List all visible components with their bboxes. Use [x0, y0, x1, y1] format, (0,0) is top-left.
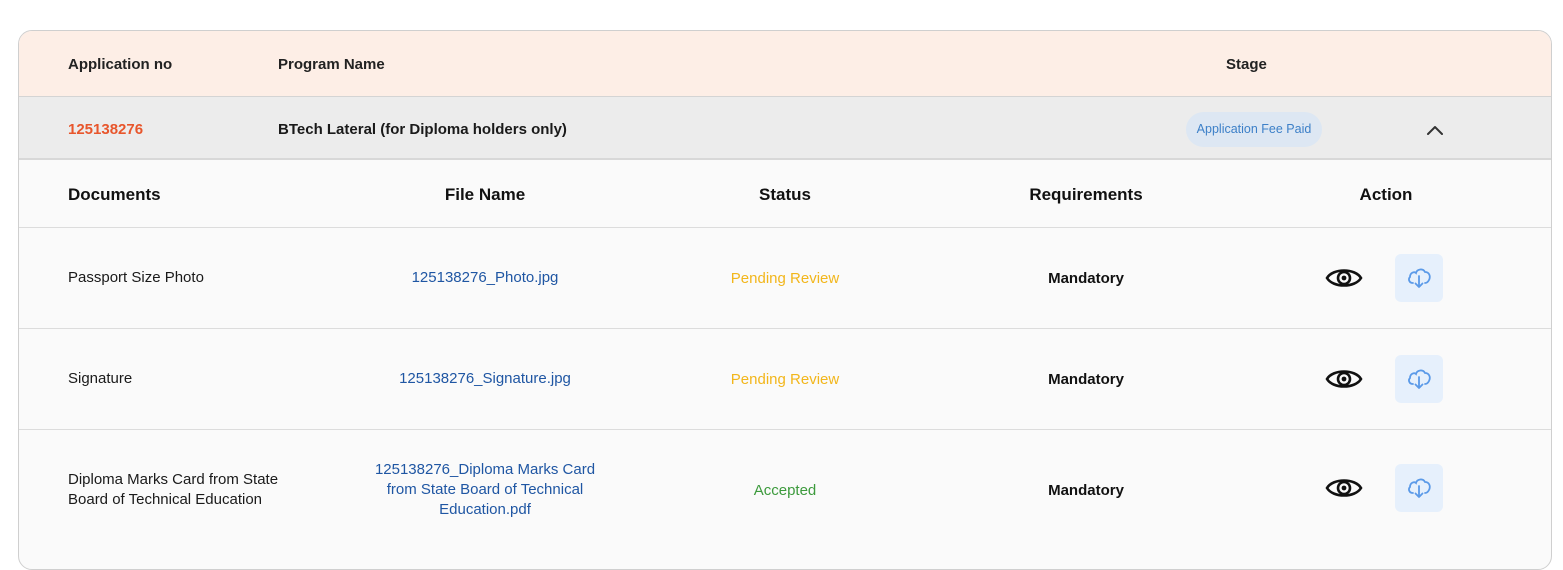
- table-row: Diploma Marks Card from State Board of T…: [19, 430, 1551, 550]
- view-button[interactable]: [1322, 256, 1366, 300]
- requirement-label: Mandatory: [1048, 269, 1124, 287]
- eye-icon: [1325, 269, 1363, 287]
- file-name-link[interactable]: 125138276_Diploma Marks Card from State …: [365, 430, 605, 550]
- view-button[interactable]: [1322, 357, 1366, 401]
- document-name: Passport Size Photo: [68, 269, 204, 286]
- table-row: Signature 125138276_Signature.jpg Pendin…: [19, 329, 1551, 430]
- view-button[interactable]: [1322, 466, 1366, 510]
- stage-header: Stage: [1226, 56, 1267, 73]
- application-number: 125138276: [68, 121, 144, 138]
- stage-badge: Application Fee Paid: [1186, 112, 1322, 147]
- eye-icon: [1325, 370, 1363, 388]
- status-badge: Accepted: [753, 481, 817, 499]
- documents-table-header: Documents File Name Status Requirements …: [19, 162, 1551, 228]
- status-column-header: Status: [759, 185, 811, 204]
- program-name: BTech Lateral (for Diploma holders only): [278, 121, 567, 138]
- download-button[interactable]: [1395, 254, 1443, 302]
- document-name: Signature: [68, 370, 133, 387]
- application-card: Application no Program Name Stage 125138…: [18, 30, 1552, 570]
- eye-icon: [1325, 479, 1363, 497]
- chevron-up-icon[interactable]: [1424, 119, 1446, 141]
- status-badge: Pending Review: [730, 269, 840, 287]
- application-header-row: Application no Program Name Stage: [19, 31, 1551, 97]
- requirement-label: Mandatory: [1048, 370, 1124, 388]
- cloud-download-icon: [1408, 478, 1431, 498]
- cloud-download-icon: [1408, 268, 1431, 288]
- documents-column-header: Documents: [68, 185, 161, 204]
- action-column-header: Action: [1359, 185, 1413, 204]
- program-name-header: Program Name: [278, 56, 385, 73]
- document-name: Diploma Marks Card from State Board of T…: [68, 471, 279, 508]
- file-name-link[interactable]: 125138276_Signature.jpg: [365, 329, 605, 429]
- download-button[interactable]: [1395, 464, 1443, 512]
- requirements-column-header: Requirements: [1029, 185, 1143, 204]
- table-row: Passport Size Photo 125138276_Photo.jpg …: [19, 228, 1551, 329]
- application-no-header: Application no: [68, 56, 173, 73]
- file-name-column-header: File Name: [444, 185, 526, 204]
- requirement-label: Mandatory: [1048, 481, 1124, 499]
- status-badge: Pending Review: [730, 370, 840, 388]
- file-name-link[interactable]: 125138276_Photo.jpg: [365, 228, 605, 328]
- application-row[interactable]: 125138276 BTech Lateral (for Diploma hol…: [19, 97, 1551, 160]
- download-button[interactable]: [1395, 355, 1443, 403]
- cloud-download-icon: [1408, 369, 1431, 389]
